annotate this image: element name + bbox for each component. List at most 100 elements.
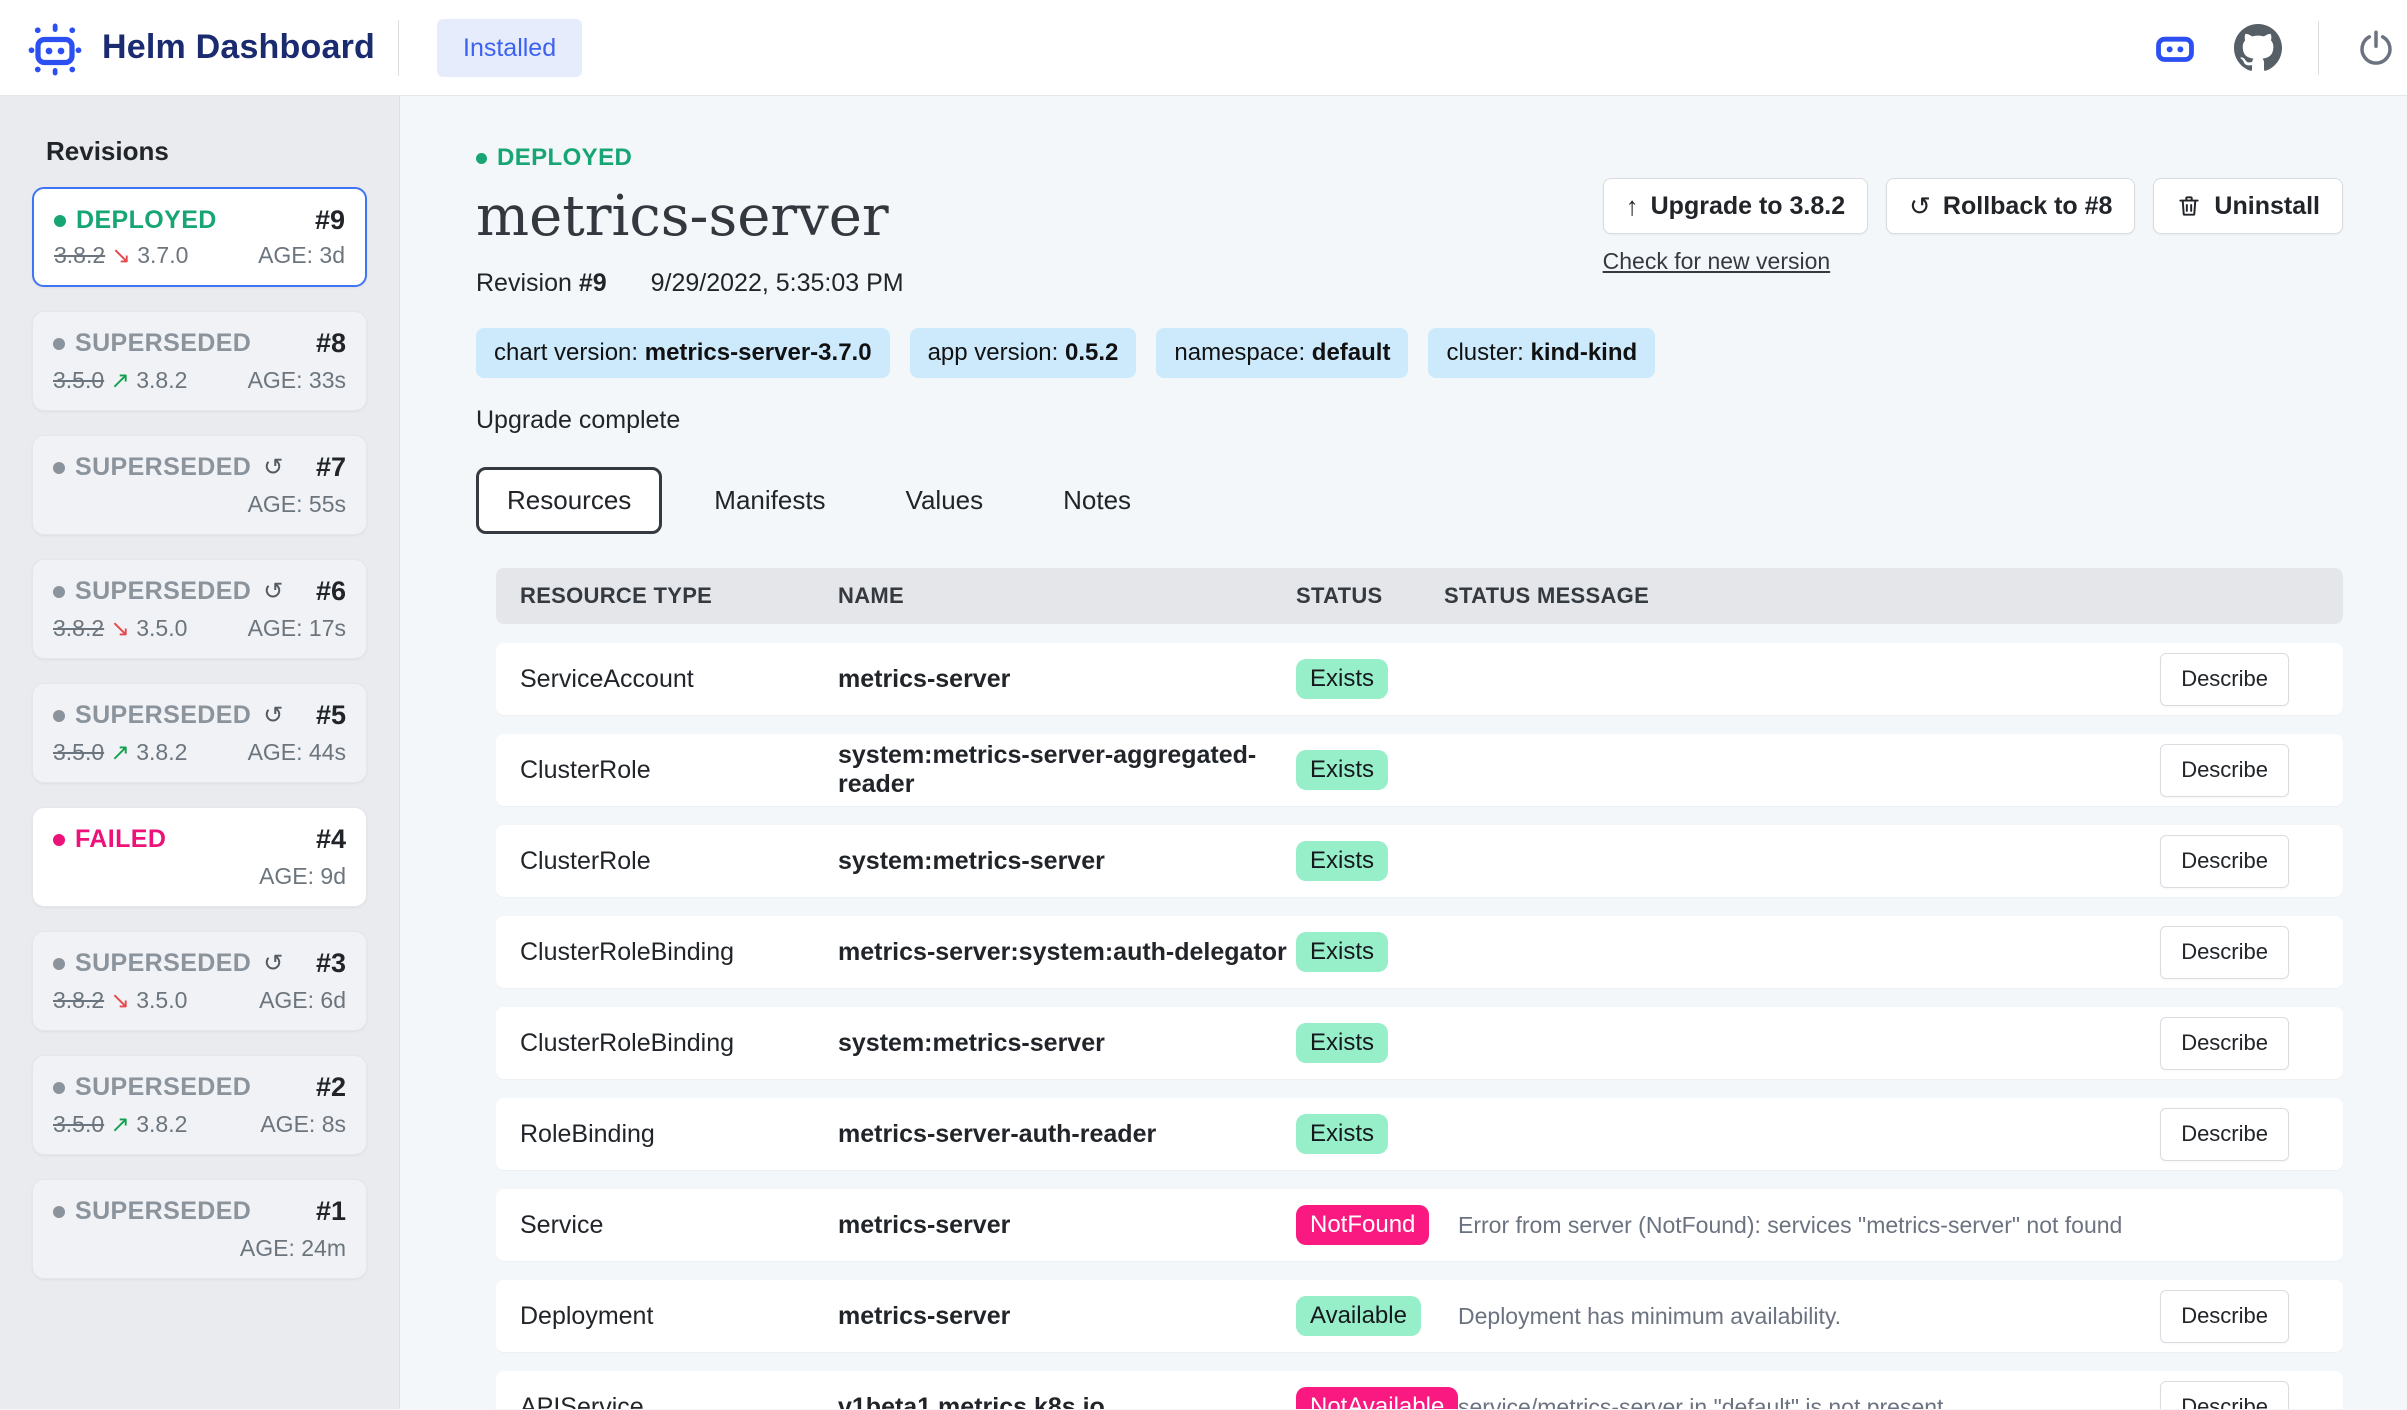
chip-label: cluster: [1446,339,1530,366]
chip-value: kind-kind [1531,339,1638,366]
revision-number: #4 [316,824,346,855]
revision-card[interactable]: SUPERSEDED#1 AGE: 24m [32,1179,367,1279]
status-badge: Exists [1296,659,1388,699]
revision-status-label: DEPLOYED [76,206,217,235]
revision-card[interactable]: FAILED #4 AGE: 9d [32,807,367,907]
revision-label: Revision #9 [476,269,607,298]
old-version: 3.5.0 [53,739,104,765]
tab-manifests[interactable]: Manifests [686,470,853,531]
old-version: 3.5.0 [53,1111,104,1137]
describe-button[interactable]: Describe [2160,1381,2289,1410]
new-version: 3.8.2 [136,367,187,393]
revision-card[interactable]: SUPERSEDED↺#33.8.2 ↘ 3.5.0AGE: 6d [32,931,367,1031]
cell-resource-type: Service [520,1211,838,1240]
old-version: 3.8.2 [54,242,105,268]
describe-button[interactable]: Describe [2160,835,2289,888]
rollback-icon: ↺ [1909,191,1931,222]
table-row: ClusterRoleBindingmetrics-server:system:… [496,916,2343,988]
revision-card[interactable]: SUPERSEDED↺#63.8.2 ↘ 3.5.0AGE: 17s [32,559,367,659]
cell-name: system:metrics-server-aggregated-reader [838,741,1296,799]
info-chip: app version: 0.5.2 [910,328,1137,378]
revision-version-change: 3.5.0 ↗ 3.8.2 [53,367,187,394]
nav-tab-installed[interactable]: Installed [437,19,582,77]
cell-name: metrics-server-auth-reader [838,1120,1296,1149]
revision-card-bottom: AGE: 9d [53,863,346,890]
revision-card-top: DEPLOYED#9 [54,205,345,236]
revision-card[interactable]: SUPERSEDED#83.5.0 ↗ 3.8.2AGE: 33s [32,311,367,411]
upgrade-button[interactable]: ↑ Upgrade to 3.8.2 [1603,178,1869,234]
cell-name: system:metrics-server [838,1029,1296,1058]
table-row: ClusterRoleBindingsystem:metrics-serverE… [496,1007,2343,1079]
revision-card[interactable]: SUPERSEDED↺#53.5.0 ↗ 3.8.2AGE: 44s [32,683,367,783]
revision-version-change: 3.5.0 ↗ 3.8.2 [53,739,187,766]
revision-card[interactable]: DEPLOYED#9 3.8.2 ↘ 3.7.0 AGE: 3d [32,187,367,287]
revision-version-change: 3.5.0 ↗ 3.8.2 [53,1111,187,1138]
status-badge: Exists [1296,1114,1388,1154]
power-icon[interactable] [2355,27,2397,69]
status-dot-icon [53,834,65,846]
status-dot-icon [53,338,65,350]
new-version: 3.5.0 [136,615,187,641]
api-robot-icon[interactable] [2152,25,2198,71]
revision-card-bottom: AGE: 24m [53,1235,346,1262]
revision-status: DEPLOYED [54,206,217,235]
revision-card-top: SUPERSEDED↺#6 [53,576,346,607]
describe-button[interactable]: Describe [2160,1017,2289,1070]
revision-card-top: SUPERSEDED#1 [53,1196,346,1227]
tab-notes[interactable]: Notes [1035,470,1159,531]
revision-age: AGE: 17s [248,615,346,642]
describe-button[interactable]: Describe [2160,1108,2289,1161]
revision-number: #6 [316,576,346,607]
status-badge: NotFound [1296,1205,1429,1245]
revision-card[interactable]: SUPERSEDED↺#7AGE: 55s [32,435,367,535]
cell-resource-type: ClusterRole [520,847,838,876]
status-dot-icon [53,710,65,722]
cell-resource-type: RoleBinding [520,1120,838,1149]
revision-status-label: SUPERSEDED [75,329,251,358]
describe-button[interactable]: Describe [2160,1290,2289,1343]
table-row: ClusterRolesystem:metrics-server-aggrega… [496,734,2343,806]
app-logo[interactable] [24,17,86,79]
chip-label: app version: [928,339,1065,366]
status-dot-icon [54,215,66,227]
table-row: RoleBindingmetrics-server-auth-readerExi… [496,1098,2343,1170]
cell-name: v1beta1.metrics.k8s.io [838,1393,1296,1410]
rollback-button[interactable]: ↺ Rollback to #8 [1886,178,2135,234]
header-divider [398,20,399,76]
revision-card-bottom: 3.8.2 ↘ 3.7.0 AGE: 3d [54,242,345,269]
cell-actions: Describe [2149,926,2319,979]
describe-button[interactable]: Describe [2160,926,2289,979]
revision-card[interactable]: SUPERSEDED#23.5.0 ↗ 3.8.2AGE: 8s [32,1055,367,1155]
revision-card-bottom: AGE: 55s [53,491,346,518]
tab-values[interactable]: Values [878,470,1012,531]
revision-age: AGE: 3d [258,242,345,269]
status-badge: Exists [1296,932,1388,972]
up-arrow-icon: ↗ [111,739,130,765]
app-title[interactable]: Helm Dashboard [102,28,375,67]
revision-status-label: SUPERSEDED [75,1197,251,1226]
describe-button[interactable]: Describe [2160,744,2289,797]
table-header-row: RESOURCE TYPENAMESTATUSSTATUS MESSAGE [496,568,2343,624]
revision-version-change: 3.8.2 ↘ 3.7.0 [54,242,188,269]
check-new-version-link[interactable]: Check for new version [1603,248,1831,275]
down-arrow-icon: ↘ [111,987,130,1013]
revision-age: AGE: 44s [248,739,346,766]
revision-card-bottom: 3.8.2 ↘ 3.5.0AGE: 6d [53,987,346,1014]
describe-button[interactable]: Describe [2160,653,2289,706]
tab-resources[interactable]: Resources [476,467,662,534]
header-divider [2318,21,2319,75]
revision-status-label: FAILED [75,825,166,854]
cell-resource-type: ClusterRole [520,756,838,785]
revision-card-top: SUPERSEDED#8 [53,328,346,359]
cell-status-message: service/metrics-server in "default" is n… [1444,1394,2149,1410]
cell-name: metrics-server [838,1302,1296,1331]
github-icon[interactable] [2234,24,2282,72]
new-version: 3.7.0 [137,242,188,268]
column-header: RESOURCE TYPE [520,583,838,609]
release-status-note: Upgrade complete [476,406,2343,435]
uninstall-button[interactable]: Uninstall [2153,178,2343,234]
revision-status: SUPERSEDED↺ [53,701,284,730]
status-dot-icon [476,153,487,164]
revision-version-change: 3.8.2 ↘ 3.5.0 [53,987,187,1014]
chip-value: default [1312,339,1391,366]
